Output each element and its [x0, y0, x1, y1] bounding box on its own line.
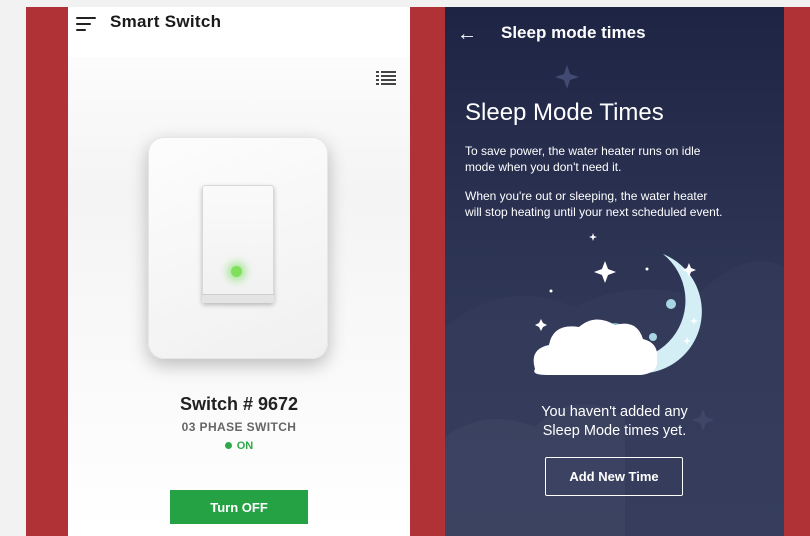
menu-icon[interactable]	[76, 17, 96, 31]
switch-name: Switch # 9672	[179, 394, 299, 414]
app-bar: Smart Switch	[68, 7, 410, 57]
switch-type: 03 PHASE SWITCH	[181, 420, 297, 434]
frame-left	[26, 7, 68, 536]
frame-middle	[410, 7, 445, 536]
switch-status: ON	[68, 440, 410, 452]
add-new-time-button[interactable]: Add New Time	[545, 457, 683, 496]
status-led	[231, 266, 242, 277]
frame-right	[784, 7, 810, 536]
switch-rocker[interactable]	[202, 185, 274, 303]
empty-state-message: You haven't added any Sleep Mode times y…	[541, 404, 688, 439]
switch-image[interactable]	[148, 137, 328, 359]
rocker-lip	[202, 294, 274, 303]
app-title: Smart Switch	[110, 12, 222, 31]
status-dot-icon	[224, 441, 232, 449]
list-view-icon[interactable]	[376, 70, 396, 86]
status-text: ON	[236, 440, 254, 452]
smart-switch-screen: Smart Switch Switch # 9672 03 PHASE SWIT…	[68, 7, 410, 536]
sleep-mode-screen: ← Sleep mode times Sleep Mode Times To s…	[445, 7, 784, 536]
turn-off-button[interactable]: Turn OFF	[170, 490, 308, 524]
